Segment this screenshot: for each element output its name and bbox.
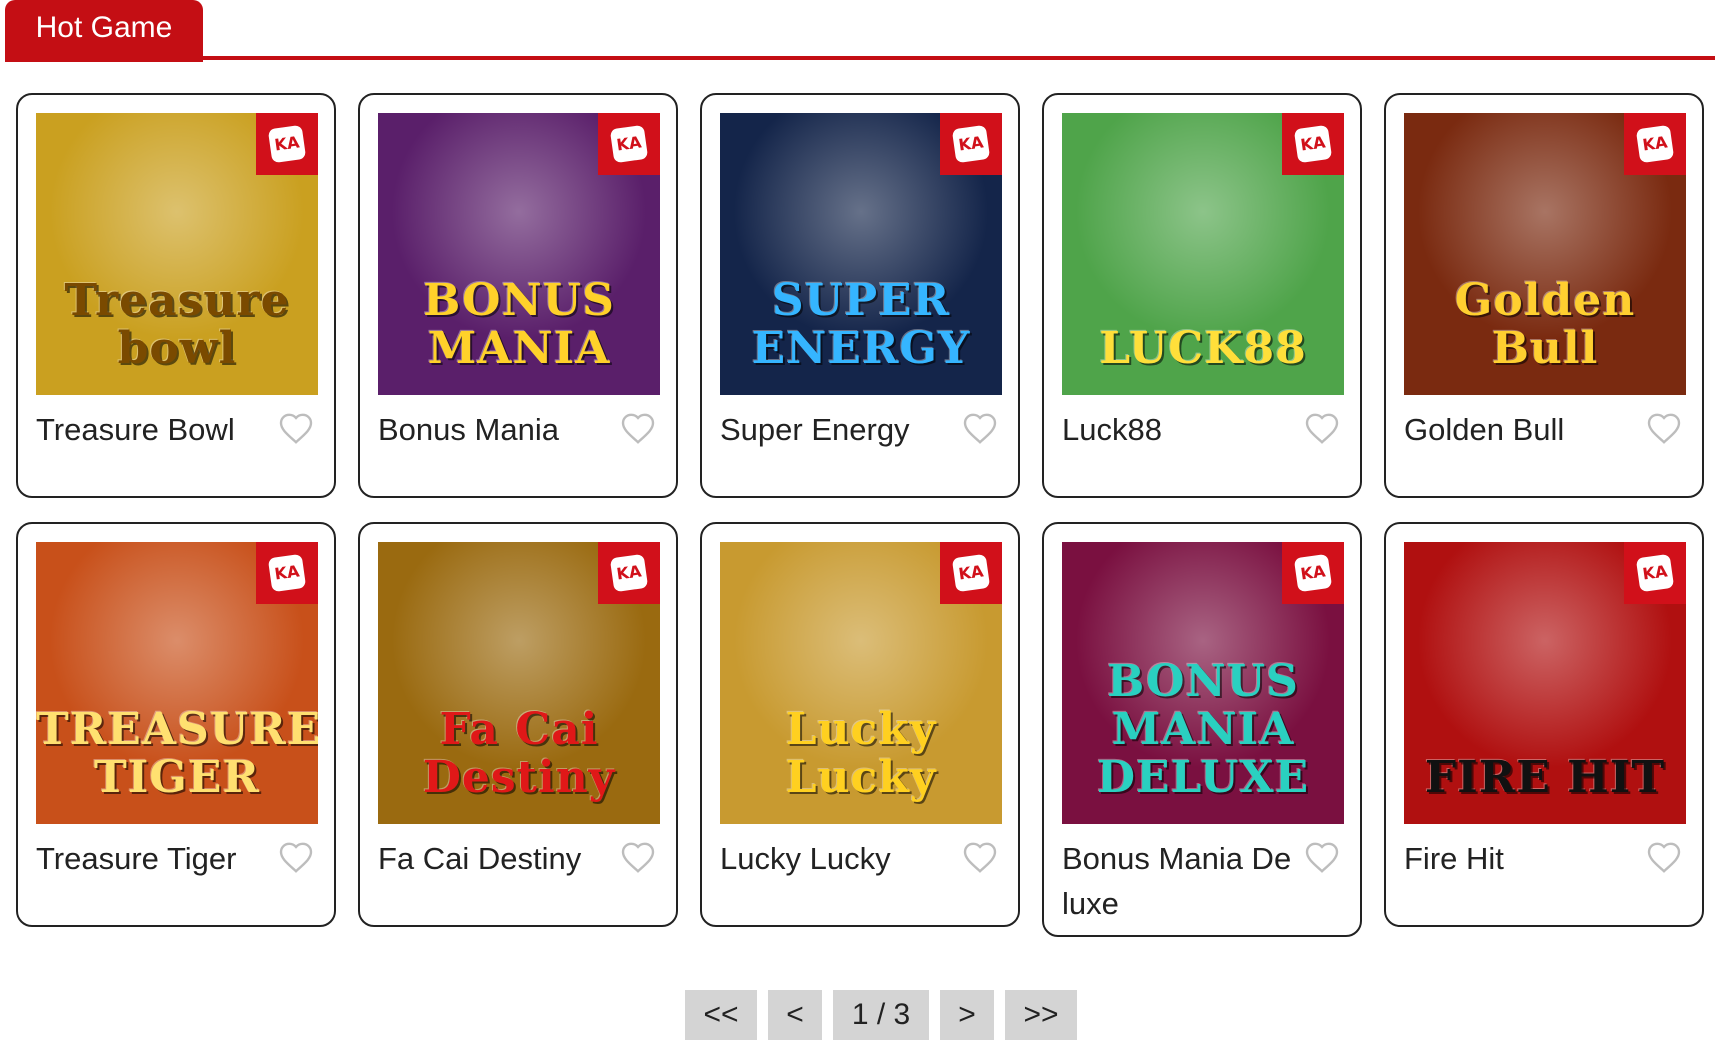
- favorite-heart-icon[interactable]: [1304, 840, 1340, 874]
- favorite-heart-icon[interactable]: [962, 411, 998, 445]
- provider-badge: KA: [1624, 542, 1686, 604]
- game-name: Fire Hit: [1404, 841, 1504, 876]
- provider-badge: KA: [256, 113, 318, 175]
- thumbnail-art-title: Fa Cai Destiny: [422, 704, 616, 803]
- game-name: Luck88: [1062, 412, 1162, 447]
- provider-badge: KA: [1282, 113, 1344, 175]
- game-card[interactable]: Fa Cai Destiny KA Fa Cai Destiny: [358, 522, 678, 927]
- provider-badge: KA: [940, 542, 1002, 604]
- game-card[interactable]: BONUS MANIA DELUXE KA Bonus Mania Deluxe: [1042, 522, 1362, 937]
- favorite-heart-icon[interactable]: [1304, 411, 1340, 445]
- thumbnail-art-title: BONUS MANIA DELUXE: [1096, 656, 1310, 803]
- game-name: Fa Cai Destiny: [378, 841, 582, 876]
- game-name: Treasure Tiger: [36, 841, 237, 876]
- favorite-heart-icon[interactable]: [962, 840, 998, 874]
- favorite-heart-icon[interactable]: [620, 840, 656, 874]
- tab-hot-game[interactable]: Hot Game: [5, 0, 203, 62]
- game-name: Lucky Lucky: [720, 841, 891, 876]
- provider-badge-label: KA: [609, 553, 649, 593]
- provider-badge: KA: [598, 542, 660, 604]
- thumbnail-art-title: TREASURE TIGER: [36, 704, 318, 803]
- provider-badge: KA: [256, 542, 318, 604]
- favorite-heart-icon[interactable]: [620, 411, 656, 445]
- provider-badge: KA: [940, 113, 1002, 175]
- favorite-heart-icon[interactable]: [1646, 840, 1682, 874]
- game-name: Golden Bull: [1404, 412, 1565, 447]
- game-thumbnail[interactable]: LUCK88 KA: [1062, 113, 1344, 395]
- provider-badge: KA: [598, 113, 660, 175]
- thumbnail-art-title: SUPER ENERGY: [751, 275, 971, 374]
- game-card[interactable]: LUCK88 KA Luck88: [1042, 93, 1362, 498]
- game-card[interactable]: TREASURE TIGER KA Treasure Tiger: [16, 522, 336, 927]
- game-thumbnail[interactable]: FIRE HIT KA: [1404, 542, 1686, 824]
- game-name: Treasure Bowl: [36, 412, 235, 447]
- provider-badge-label: KA: [951, 553, 991, 593]
- provider-badge-label: KA: [1635, 124, 1675, 164]
- game-grid: Treasure bowl KA Treasure Bowl BONUS MANIA K…: [16, 93, 1704, 943]
- game-card[interactable]: Treasure bowl KA Treasure Bowl: [16, 93, 336, 498]
- favorite-heart-icon[interactable]: [278, 411, 314, 445]
- game-thumbnail[interactable]: Lucky Lucky KA: [720, 542, 1002, 824]
- game-thumbnail[interactable]: Fa Cai Destiny KA: [378, 542, 660, 824]
- provider-badge-label: KA: [1293, 553, 1333, 593]
- game-name: Bonus Mania Deluxe: [1062, 841, 1292, 921]
- provider-badge: KA: [1624, 113, 1686, 175]
- game-card[interactable]: Lucky Lucky KA Lucky Lucky: [700, 522, 1020, 927]
- game-name: Super Energy: [720, 412, 910, 447]
- thumbnail-art-title: LUCK88: [1099, 323, 1307, 374]
- provider-badge-label: KA: [1293, 124, 1333, 164]
- game-card[interactable]: Golden Bull KA Golden Bull: [1384, 93, 1704, 498]
- game-name: Bonus Mania: [378, 412, 559, 447]
- game-thumbnail[interactable]: BONUS MANIA KA: [378, 113, 660, 395]
- game-thumbnail[interactable]: Golden Bull KA: [1404, 113, 1686, 395]
- page-indicator: 1 / 3: [833, 990, 929, 1040]
- provider-badge-label: KA: [267, 553, 307, 593]
- last-page-button[interactable]: >>: [1005, 990, 1077, 1040]
- provider-badge-label: KA: [609, 124, 649, 164]
- thumbnail-art-title: BONUS MANIA: [423, 275, 615, 374]
- game-card[interactable]: SUPER ENERGY KA Super Energy: [700, 93, 1020, 498]
- thumbnail-art-title: Treasure bowl: [64, 275, 290, 374]
- thumbnail-art-title: FIRE HIT: [1424, 752, 1666, 803]
- game-thumbnail[interactable]: BONUS MANIA DELUXE KA: [1062, 542, 1344, 824]
- provider-badge: KA: [1282, 542, 1344, 604]
- game-thumbnail[interactable]: Treasure bowl KA: [36, 113, 318, 395]
- tab-underline: [5, 56, 1715, 60]
- favorite-heart-icon[interactable]: [1646, 411, 1682, 445]
- game-thumbnail[interactable]: TREASURE TIGER KA: [36, 542, 318, 824]
- prev-page-button[interactable]: <: [768, 990, 822, 1040]
- tab-bar: Hot Game: [5, 0, 1715, 62]
- game-card[interactable]: BONUS MANIA KA Bonus Mania: [358, 93, 678, 498]
- game-card[interactable]: FIRE HIT KA Fire Hit: [1384, 522, 1704, 927]
- provider-badge-label: KA: [1635, 553, 1675, 593]
- next-page-button[interactable]: >: [940, 990, 994, 1040]
- thumbnail-art-title: Lucky Lucky: [785, 704, 937, 803]
- favorite-heart-icon[interactable]: [278, 840, 314, 874]
- thumbnail-art-title: Golden Bull: [1454, 275, 1636, 374]
- game-thumbnail[interactable]: SUPER ENERGY KA: [720, 113, 1002, 395]
- provider-badge-label: KA: [267, 124, 307, 164]
- provider-badge-label: KA: [951, 124, 991, 164]
- first-page-button[interactable]: <<: [685, 990, 757, 1040]
